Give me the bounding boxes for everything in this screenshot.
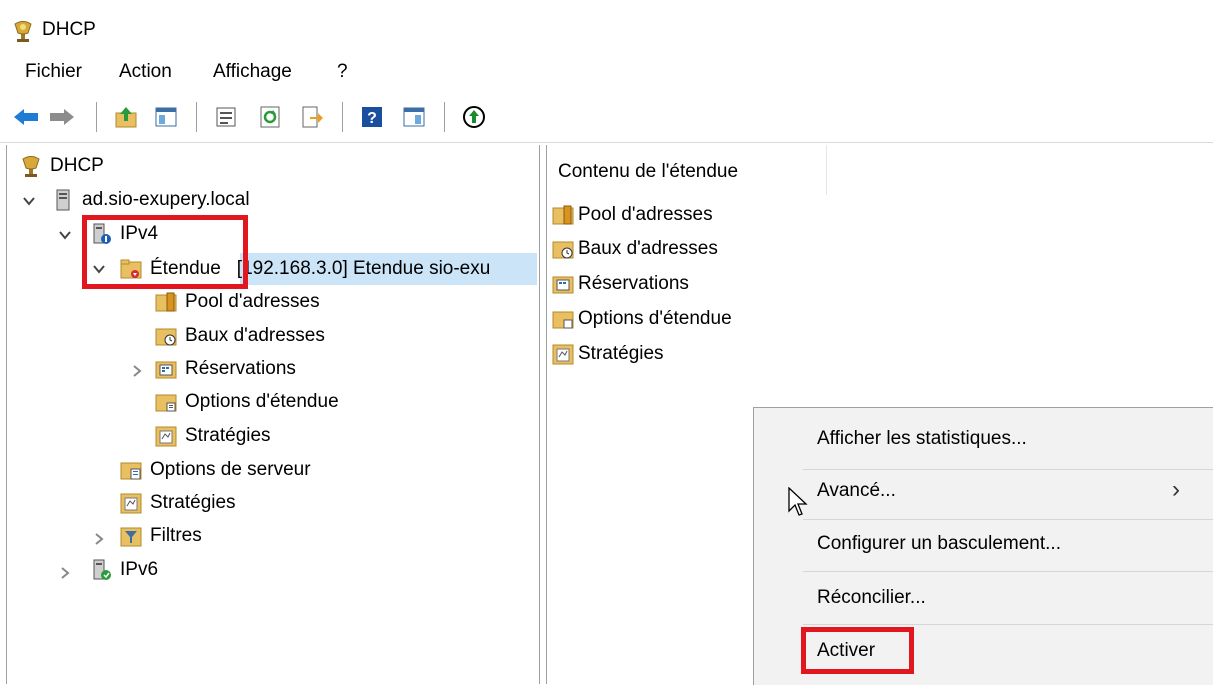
- toolbar-separator: [196, 102, 197, 132]
- menu-affichage[interactable]: Affichage: [213, 61, 292, 83]
- tree-label-scope-detail: [192.168.3.0] Etendue sio-exu: [236, 258, 491, 279]
- refresh-icon[interactable]: [254, 101, 286, 133]
- submenu-arrow-icon: ›: [1172, 476, 1180, 503]
- scope-options-icon: [155, 391, 177, 413]
- highlight-box-activate: [801, 627, 914, 674]
- list-item-label: Stratégies: [578, 343, 664, 364]
- list-item-scope-options[interactable]: Options d'étendue: [552, 303, 732, 335]
- tree-label: ad.sio-exupery.local: [82, 189, 250, 210]
- list-item-policies[interactable]: Stratégies: [552, 338, 664, 370]
- list-item-label: Pool d'adresses: [578, 204, 713, 225]
- tree-label: Baux d'adresses: [185, 325, 325, 346]
- address-pool-icon: [552, 204, 574, 226]
- menu-item-advanced[interactable]: Avancé...: [817, 480, 896, 502]
- list-item-address-leases[interactable]: Baux d'adresses: [552, 233, 718, 265]
- tree-label: Stratégies: [185, 425, 271, 446]
- list-item-reservations[interactable]: Réservations: [552, 268, 689, 300]
- show-hide-tree-icon[interactable]: [150, 101, 182, 133]
- menu-help[interactable]: ?: [337, 61, 348, 83]
- menu-action[interactable]: Action: [119, 61, 172, 83]
- toolbar-separator: [342, 102, 343, 132]
- tree-item-scope-policies[interactable]: Stratégies: [155, 420, 271, 452]
- list-item-label: Baux d'adresses: [578, 238, 718, 259]
- highlight-box-ipv4-scope: [82, 215, 248, 289]
- tree-item-dhcp[interactable]: DHCP: [20, 150, 104, 182]
- toolbar-separator: [444, 102, 445, 132]
- forward-arrow-icon[interactable]: [46, 101, 78, 133]
- server-icon: [52, 189, 74, 211]
- tree-item-server-options[interactable]: Options de serveur: [120, 454, 311, 486]
- svg-text:?: ?: [367, 110, 377, 127]
- chevron-down-icon[interactable]: [22, 194, 36, 208]
- menu-separator: [803, 469, 1213, 470]
- window-title: DHCP: [42, 19, 96, 40]
- chevron-right-icon[interactable]: [130, 364, 144, 378]
- help-icon[interactable]: ?: [356, 101, 388, 133]
- ipv6-server-icon: [90, 559, 112, 581]
- title-bar: [0, 0, 1213, 52]
- list-item-label: Options d'étendue: [578, 308, 732, 329]
- chevron-right-icon[interactable]: [58, 566, 72, 580]
- column-header-label: Contenu de l'étendue: [558, 161, 739, 182]
- tree-item-reservations[interactable]: Réservations: [155, 353, 296, 385]
- address-pool-icon: [155, 291, 177, 313]
- back-arrow-icon[interactable]: [10, 101, 42, 133]
- tree-item-address-pool[interactable]: Pool d'adresses: [155, 286, 320, 318]
- menu-item-show-statistics[interactable]: Afficher les statistiques...: [817, 428, 1027, 450]
- menu-bar: [0, 52, 1213, 92]
- toolbar-separator: [96, 102, 97, 132]
- tree-label: Stratégies: [150, 492, 236, 513]
- dhcp-icon: [20, 155, 42, 177]
- chevron-right-icon[interactable]: [92, 532, 106, 546]
- menu-separator: [803, 571, 1213, 572]
- tree-label: Filtres: [150, 525, 202, 546]
- tree-label: Options de serveur: [150, 459, 311, 480]
- tree-item-scope-options[interactable]: Options d'étendue: [155, 386, 339, 418]
- export-list-icon[interactable]: [296, 101, 328, 133]
- properties-icon[interactable]: [210, 101, 242, 133]
- address-leases-icon: [155, 325, 177, 347]
- policies-icon: [120, 492, 142, 514]
- tree-item-server[interactable]: ad.sio-exupery.local: [52, 184, 250, 216]
- menu-fichier[interactable]: Fichier: [25, 61, 82, 83]
- tree-label: DHCP: [50, 155, 104, 176]
- reservations-icon: [155, 358, 177, 380]
- menu-separator: [803, 519, 1213, 520]
- list-item-address-pool[interactable]: Pool d'adresses: [552, 199, 713, 231]
- up-folder-icon[interactable]: [110, 101, 142, 133]
- filters-icon: [120, 525, 142, 547]
- menu-item-reconcile[interactable]: Réconcilier...: [817, 587, 926, 609]
- scope-options-icon: [552, 308, 574, 330]
- tree-item-ipv6[interactable]: IPv6: [90, 554, 158, 586]
- column-header[interactable]: Contenu de l'étendue: [546, 145, 827, 195]
- tree-label: Options d'étendue: [185, 391, 339, 412]
- tree-label: IPv6: [120, 559, 159, 580]
- tree-label: Réservations: [185, 358, 296, 379]
- activate-icon[interactable]: [458, 101, 490, 133]
- action-pane-icon[interactable]: [398, 101, 430, 133]
- mouse-cursor-icon: [788, 487, 808, 516]
- policies-icon: [155, 425, 177, 447]
- list-item-label: Réservations: [578, 273, 689, 294]
- tree-item-filters[interactable]: Filtres: [120, 520, 202, 552]
- tree-label: Pool d'adresses: [185, 291, 320, 312]
- menu-separator: [803, 624, 1213, 625]
- tree-item-policies[interactable]: Stratégies: [120, 487, 236, 519]
- address-leases-icon: [552, 238, 574, 260]
- policies-icon: [552, 343, 574, 365]
- tree-item-address-leases[interactable]: Baux d'adresses: [155, 320, 325, 352]
- dhcp-app-icon: [12, 20, 34, 42]
- menu-item-configure-failover[interactable]: Configurer un basculement...: [817, 533, 1061, 555]
- chevron-down-icon[interactable]: [58, 228, 72, 242]
- reservations-icon: [552, 273, 574, 295]
- server-options-icon: [120, 459, 142, 481]
